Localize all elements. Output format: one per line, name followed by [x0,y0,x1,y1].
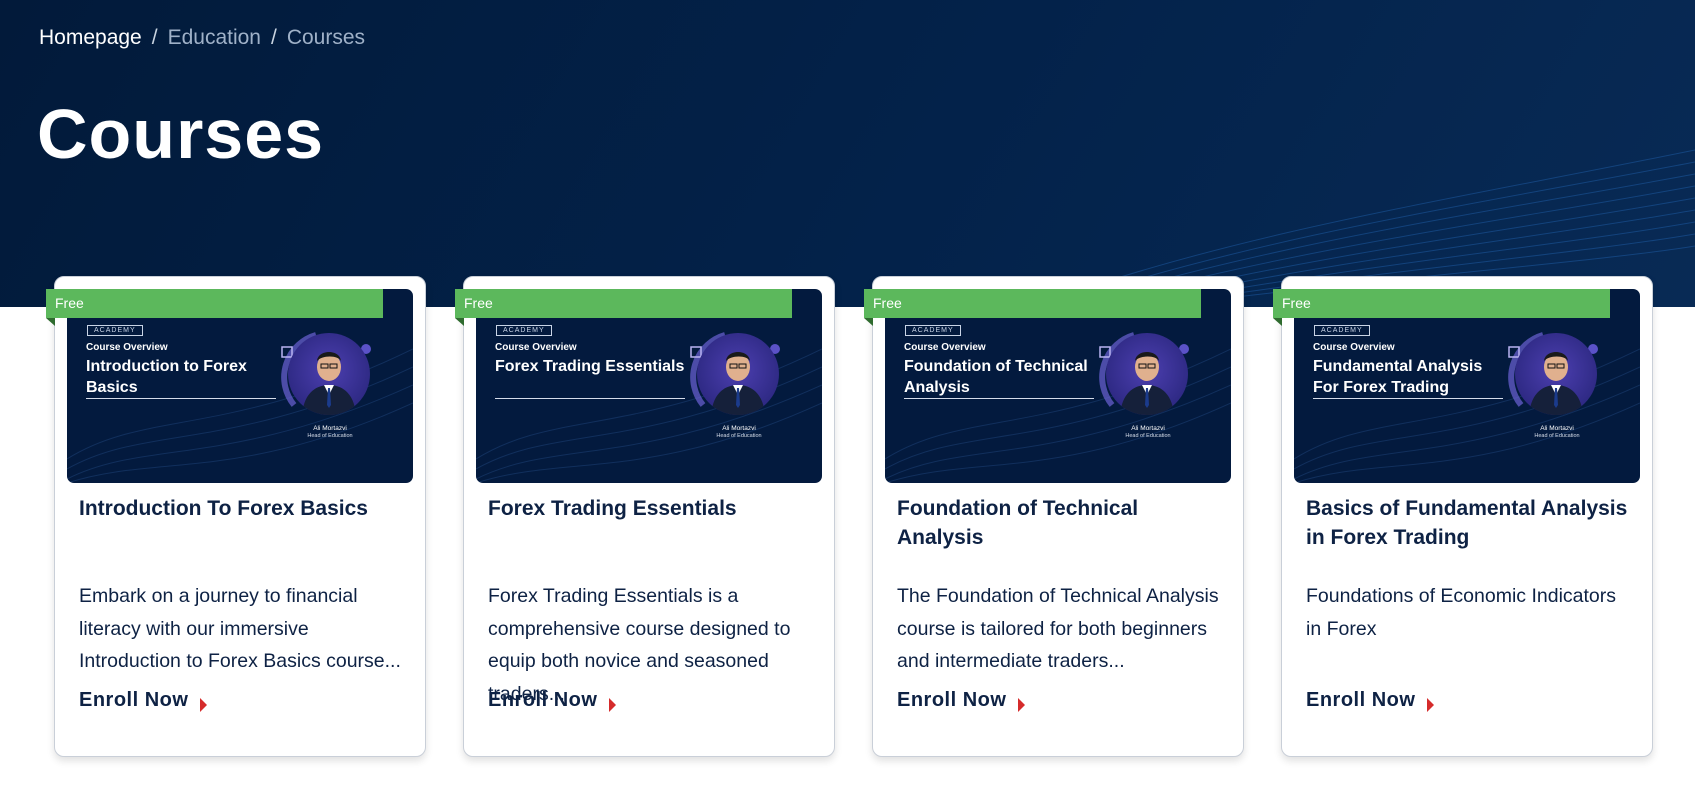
enroll-now-button[interactable]: Enroll Now [897,689,1026,712]
enroll-now-label: Enroll Now [79,689,189,711]
chevron-right-icon [609,697,617,712]
instructor-name: Ali Mortazvi [1540,425,1574,432]
instructor-portrait [288,333,370,415]
free-badge: Free [864,289,1201,326]
enroll-now-label: Enroll Now [897,689,1007,711]
course-card[interactable]: ACADEMY Course Overview Foundation of Te… [864,276,1244,757]
enroll-now-button[interactable]: Enroll Now [1306,689,1435,712]
course-title[interactable]: Forex Trading Essentials [488,494,818,523]
breadcrumb-current: Courses [286,26,366,49]
thumbnail-overview-label: Course Overview [904,342,986,353]
course-thumbnail[interactable]: ACADEMY Course Overview Forex Trading Es… [476,289,822,483]
course-list: ACADEMY Course Overview Introduction to … [46,276,1653,757]
enroll-now-label: Enroll Now [1306,689,1416,711]
page-hero: Homepage / Education / Courses Courses [0,0,1695,307]
instructor-portrait [1106,333,1188,415]
instructor-role: Head of Education [1534,433,1580,439]
chevron-right-icon [1427,697,1435,712]
instructor-name: Ali Mortazvi [722,425,756,432]
thumbnail-divider [904,398,1094,399]
breadcrumb: Homepage / Education / Courses [39,26,365,50]
thumbnail-divider [495,398,685,399]
thumbnail-title: Introduction to Forex Basics [86,358,247,396]
instructor-portrait [1515,333,1597,415]
enroll-now-button[interactable]: Enroll Now [79,689,208,712]
thumbnail-overview-label: Course Overview [86,342,168,353]
free-badge: Free [1273,289,1610,326]
academy-logo: ACADEMY [496,325,552,336]
instructor-role: Head of Education [1125,433,1171,439]
instructor-role: Head of Education [307,433,353,439]
breadcrumb-home-link[interactable]: Homepage [39,26,142,50]
page-title: Courses [37,95,325,173]
chevron-right-icon [1018,697,1026,712]
breadcrumb-separator: / [151,26,158,49]
instructor-portrait [697,333,779,415]
course-card[interactable]: ACADEMY Course Overview Forex Trading Es… [455,276,835,757]
course-thumbnail[interactable]: ACADEMY Course Overview Introduction to … [67,289,413,483]
free-badge: Free [46,289,383,326]
thumbnail-title: Forex Trading Essentials [495,358,685,375]
academy-logo: ACADEMY [1314,325,1370,336]
course-description: Embark on a journey to financial literac… [79,585,401,672]
enroll-now-label: Enroll Now [488,689,598,711]
course-description: The Foundation of Technical Analysis cou… [897,585,1219,672]
breadcrumb-education-link[interactable]: Education [168,26,261,50]
thumbnail-divider [86,398,276,399]
instructor-avatar-icon [1529,352,1583,415]
instructor-role: Head of Education [716,433,762,439]
course-thumbnail[interactable]: ACADEMY Course Overview Fundamental Anal… [1294,289,1640,483]
course-title[interactable]: Basics of Fundamental Analysis in Forex … [1306,494,1636,552]
instructor-name: Ali Mortazvi [1131,425,1165,432]
instructor-avatar-icon [711,352,765,415]
course-card[interactable]: ACADEMY Course Overview Introduction to … [46,276,426,757]
course-title[interactable]: Introduction To Forex Basics [79,494,409,523]
instructor-name: Ali Mortazvi [313,425,347,432]
course-title[interactable]: Foundation of Technical Analysis [897,494,1227,552]
free-badge: Free [455,289,792,326]
chevron-right-icon [200,697,208,712]
thumbnail-overview-label: Course Overview [1313,342,1395,353]
thumbnail-title: Foundation of Technical Analysis [904,358,1088,396]
thumbnail-overview-label: Course Overview [495,342,577,353]
course-description: Foundations of Economic Indicators in Fo… [1306,585,1617,640]
breadcrumb-separator: / [270,26,277,49]
instructor-avatar-icon [302,352,356,415]
thumbnail-divider [1313,398,1503,399]
enroll-now-button[interactable]: Enroll Now [488,689,617,712]
academy-logo: ACADEMY [87,325,143,336]
thumbnail-title: Fundamental Analysis For Forex Trading [1313,358,1483,396]
course-card[interactable]: ACADEMY Course Overview Fundamental Anal… [1273,276,1653,757]
course-thumbnail[interactable]: ACADEMY Course Overview Foundation of Te… [885,289,1231,483]
instructor-avatar-icon [1120,352,1174,415]
academy-logo: ACADEMY [905,325,961,336]
